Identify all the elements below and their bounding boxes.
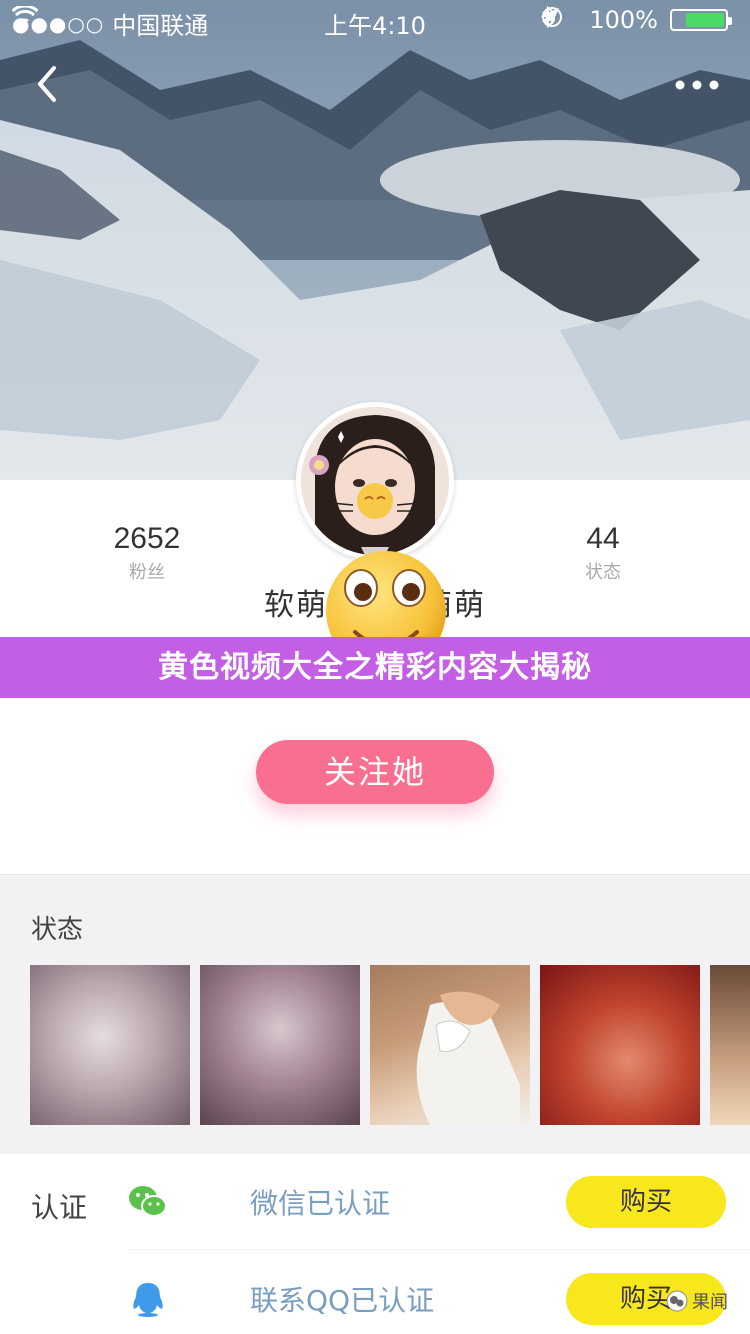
battery-icon: [670, 9, 732, 31]
watermark-logo-icon: [666, 1290, 688, 1312]
post-thumbnail[interactable]: [200, 965, 360, 1125]
qq-icon: [128, 1281, 168, 1317]
watermark-text: 果闻: [692, 1292, 728, 1313]
fans-stat[interactable]: 2652 粉丝: [47, 522, 247, 584]
buy-wechat-button[interactable]: 购买: [566, 1176, 726, 1228]
post-thumbnail[interactable]: [710, 965, 750, 1125]
more-button[interactable]: [672, 70, 722, 100]
nickname-left: 软萌: [264, 588, 328, 623]
follow-button[interactable]: 关注她: [256, 740, 494, 804]
status-bar: ●●●○○ 中国联通 上午4:10 100%: [0, 0, 750, 40]
back-button[interactable]: [30, 64, 70, 104]
fans-count: 2652: [113, 522, 181, 555]
post-thumbnail[interactable]: [370, 965, 530, 1125]
posts-count: 44: [586, 522, 620, 555]
post-thumbnail[interactable]: [540, 965, 700, 1125]
more-dots-icon: [675, 80, 719, 90]
watermark: 果闻: [666, 1288, 728, 1314]
promo-banner: 黄色视频大全之精彩内容大揭秘: [0, 637, 750, 698]
qq-verified-text: 联系QQ已认证: [250, 1284, 435, 1317]
posts-stat[interactable]: 44 状态: [503, 522, 703, 584]
battery-percent: 100%: [589, 6, 658, 34]
post-thumbnail-image: [416, 991, 520, 1125]
verification-label: 认证: [31, 1191, 88, 1224]
posts-section: 状态: [0, 874, 750, 1154]
wechat-icon: [128, 1184, 168, 1220]
post-thumbnail[interactable]: [30, 965, 190, 1125]
posts-title: 状态: [31, 915, 84, 945]
verification-row: 微信已认证 购买: [128, 1154, 750, 1250]
avatar[interactable]: [296, 402, 454, 560]
avatar-photo: [301, 407, 449, 555]
verification-row: 联系QQ已认证 购买: [128, 1251, 750, 1334]
wechat-verified-text: 微信已认证: [250, 1187, 391, 1220]
chevron-left-icon: [38, 66, 56, 102]
